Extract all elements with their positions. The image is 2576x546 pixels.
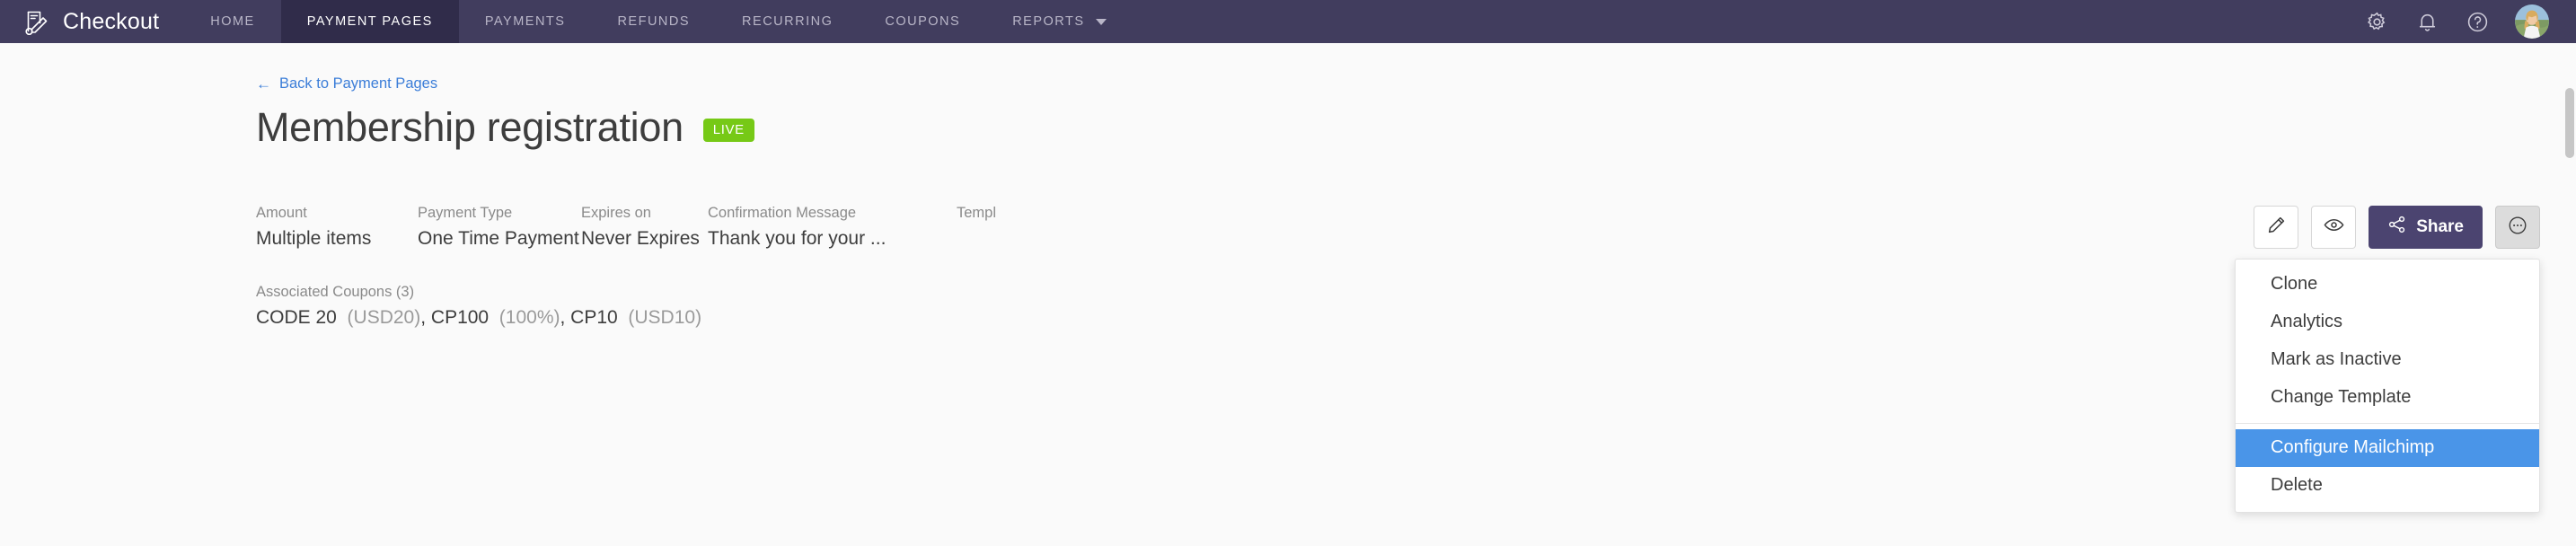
field-payment-type-value: One Time Payment [418,228,579,249]
bell-icon[interactable] [2414,9,2439,34]
nav-items: HOME PAYMENT PAGES PAYMENTS REFUNDS RECU… [184,0,1132,43]
coupon-separator: , [420,307,431,328]
arrow-left-icon: ← [256,75,271,92]
field-expires-on: Expires on Never Expires [581,205,708,250]
field-amount-label: Amount [256,205,307,221]
status-badge: LIVE [702,119,754,142]
field-confirmation-message: Confirmation Message Thank you for your … [708,205,959,250]
more-options-button[interactable] [2495,206,2540,249]
ellipsis-circle-icon [2507,215,2528,241]
eye-icon [2323,214,2345,241]
menu-item-change-template[interactable]: Change Template [2236,379,2539,417]
field-template-label: Templ [957,205,997,221]
page-title: Membership registration [256,104,684,150]
top-navbar: Checkout HOME PAYMENT PAGES PAYMENTS REF… [0,0,2576,43]
menu-divider [2236,423,2539,424]
nav-item-reports-label: REPORTS [1012,14,1085,29]
field-expires-on-value: Never Expires [581,228,700,249]
menu-item-clone[interactable]: Clone [2236,266,2539,304]
menu-item-mark-as-inactive[interactable]: Mark as Inactive [2236,341,2539,379]
coupon-item: CODE 20 (USD20) [256,307,420,328]
nav-item-home[interactable]: HOME [184,0,281,43]
menu-item-mark-as-inactive-label: Mark as Inactive [2271,349,2402,369]
title-row: Membership registration LIVE [256,104,2540,151]
nav-item-refunds-label: REFUNDS [617,14,691,29]
page-actions: Share [2254,206,2540,249]
coupon-code: CP100 [430,307,490,328]
nav-item-refunds[interactable]: REFUNDS [591,0,716,43]
more-options-dropdown-menu: Clone Analytics Mark as Inactive Change … [2235,259,2540,513]
nav-item-reports[interactable]: REPORTS [986,0,1132,43]
nav-item-recurring[interactable]: RECURRING [716,0,859,43]
menu-item-configure-mailchimp-label: Configure Mailchimp [2271,437,2435,457]
field-associated-coupons-label: Associated Coupons (3) [256,284,415,300]
field-expires-on-label: Expires on [581,205,651,221]
details-primary-row: Amount Multiple items Payment Type One T… [256,205,2540,250]
nav-item-coupons[interactable]: COUPONS [859,0,986,43]
field-confirmation-message-value: Thank you for your ... [708,228,887,249]
menu-item-delete[interactable]: Delete [2236,467,2539,505]
nav-item-payments-label: PAYMENTS [484,14,566,29]
gear-icon[interactable] [2364,9,2389,34]
pencil-icon [2266,215,2287,240]
back-link-label: Back to Payment Pages [279,75,438,92]
field-template: Templ [957,205,996,228]
nav-item-coupons-label: COUPONS [885,14,961,29]
menu-item-clone-label: Clone [2271,274,2318,294]
coupon-amount: (USD20) [347,307,421,328]
nav-item-recurring-label: RECURRING [742,14,834,29]
coupon-code: CODE 20 [256,307,337,328]
coupon-amount: (100%) [498,307,560,328]
details-section: Amount Multiple items Payment Type One T… [256,205,2540,329]
coupon-code: CP10 [570,307,618,328]
share-button[interactable]: Share [2369,206,2483,249]
menu-item-change-template-label: Change Template [2271,387,2412,407]
edit-button[interactable] [2254,206,2299,249]
coupon-amount: (USD10) [628,307,702,328]
nav-item-payments[interactable]: PAYMENTS [459,0,592,43]
receipt-pen-icon [23,8,50,36]
user-avatar[interactable] [2515,4,2549,39]
content-wrapper: ← Back to Payment Pages Membership regis… [0,43,2576,329]
navbar-right-cluster [2364,0,2576,43]
coupon-item: CP100 (100%) [431,307,560,328]
menu-item-delete-label: Delete [2271,475,2323,495]
nav-item-home-label: HOME [210,14,255,29]
vertical-scrollbar[interactable] [2563,86,2576,546]
chevron-down-icon [1095,18,1107,25]
coupon-separator: , [560,307,571,328]
field-amount: Amount Multiple items [256,205,418,250]
nav-item-payment-pages-label: PAYMENT PAGES [306,14,433,29]
share-nodes-icon [2387,215,2407,240]
field-associated-coupons: Associated Coupons (3) CODE 20 (USD20), … [256,284,2540,329]
vertical-scrollbar-thumb[interactable] [2565,88,2574,158]
field-payment-type: Payment Type One Time Payment [418,205,581,250]
menu-item-analytics[interactable]: Analytics [2236,304,2539,341]
coupon-item: CP10 (USD10) [570,307,701,328]
brand-logo-group[interactable]: Checkout [0,0,184,43]
menu-item-configure-mailchimp[interactable]: Configure Mailchimp [2236,429,2539,467]
page-body: ← Back to Payment Pages Membership regis… [0,43,2576,546]
menu-item-analytics-label: Analytics [2271,312,2343,331]
preview-button[interactable] [2311,206,2357,249]
field-amount-value: Multiple items [256,228,372,249]
brand-name: Checkout [63,8,160,34]
field-confirmation-message-label: Confirmation Message [708,205,857,221]
help-circle-icon[interactable] [2465,9,2490,34]
field-payment-type-label: Payment Type [418,205,513,221]
back-to-payment-pages-link[interactable]: ← Back to Payment Pages [256,75,437,92]
nav-item-payment-pages[interactable]: PAYMENT PAGES [280,0,459,43]
share-button-label: Share [2416,217,2464,236]
field-associated-coupons-value: CODE 20 (USD20), CP100 (100%), CP10 (USD… [256,307,2540,329]
